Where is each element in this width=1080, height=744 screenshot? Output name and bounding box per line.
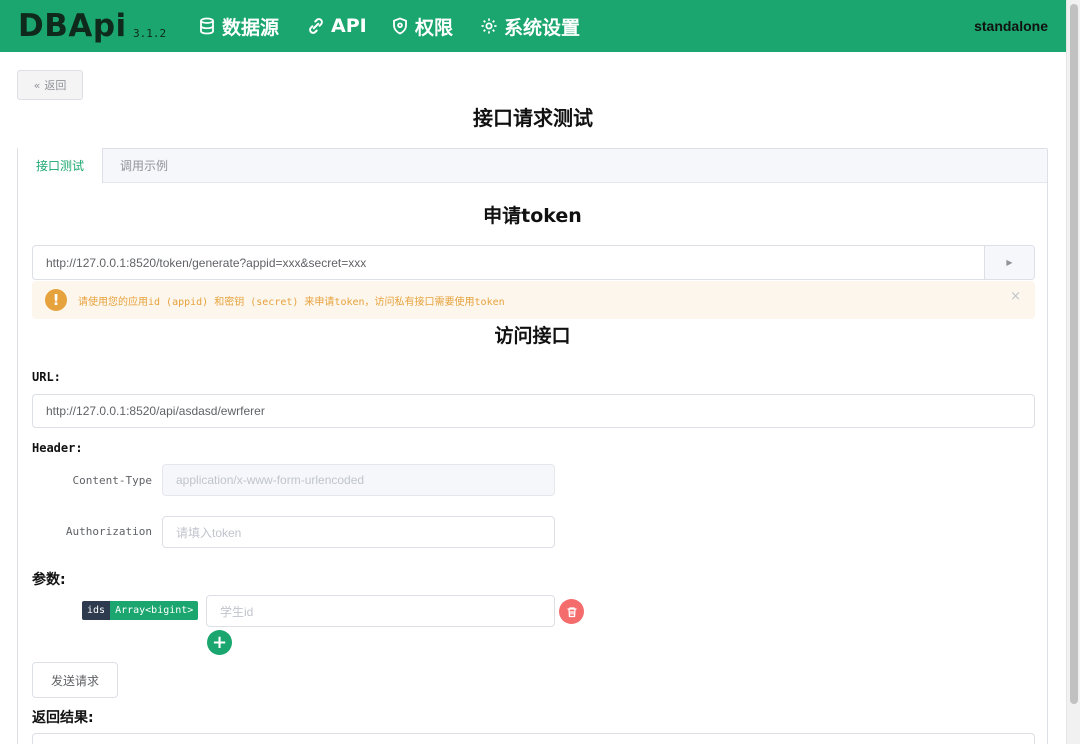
token-url-field: http://127.0.0.1:8520/token/generate?app… [32,245,1035,280]
nav-api[interactable]: API [307,13,367,39]
param-name: ids [82,601,111,620]
content-type-input: application/x-www-form-urlencoded [162,464,555,496]
database-icon [200,17,214,35]
nav-permission[interactable]: 权限 [391,13,453,39]
param-type: Array<bigint> [110,601,199,620]
param-value-input[interactable]: 学生id [206,595,555,627]
send-request-button[interactable]: 发送请求 [32,662,118,698]
nav-datasource-label: 数据源 [222,16,280,39]
nav-api-label: API [331,15,367,37]
top-navbar: DBApi 3.1.2 数据源 API 权限 系统设置 standalone [0,0,1066,52]
header-label: Header: [32,441,83,455]
user-name[interactable]: standalone [974,18,1048,34]
result-output [32,733,1035,744]
access-section-title: 访问接口 [494,325,571,347]
shield-icon [393,17,407,35]
api-icon [309,18,323,34]
app-version: 3.1.2 [133,27,167,40]
token-url-input[interactable]: http://127.0.0.1:8520/token/generate?app… [33,246,984,279]
api-url-input[interactable]: http://127.0.0.1:8520/api/asdasd/ewrfere… [32,394,1035,428]
nav-datasource[interactable]: 数据源 [198,13,279,39]
plus-icon: + [211,631,228,653]
api-test-card: 接口测试 调用示例 申请token http://127.0.0.1:8520/… [17,148,1048,744]
alert-close-icon[interactable]: × [1010,289,1021,304]
warning-icon: ! [45,289,67,311]
page-title: 接口请求测试 [473,106,593,130]
add-param-button[interactable]: + [207,630,232,655]
tab-api-test[interactable]: 接口测试 [17,148,103,183]
params-label: 参数: [32,572,66,588]
token-section-title: 申请token [483,205,582,227]
back-button-label: 返回 [44,79,67,92]
token-alert-text: 请使用您的应用id (appid) 和密钥 (secret) 来申请token，… [78,296,505,308]
page-scrollbar[interactable] [1066,0,1080,744]
nav-settings[interactable]: 系统设置 [480,13,580,39]
double-chevron-left-icon: « [33,78,41,92]
param-tag: ids Array<bigint> [82,601,199,620]
result-label: 返回结果: [32,710,94,726]
delete-param-button[interactable] [559,599,584,624]
app-logo[interactable]: DBApi [18,8,127,44]
token-alert: ! 请使用您的应用id (appid) 和密钥 (secret) 来申请toke… [32,281,1035,319]
tab-bar: 接口测试 调用示例 [17,148,1047,183]
scrollbar-thumb[interactable] [1070,4,1078,704]
tab-call-example[interactable]: 调用示例 [103,148,185,183]
trash-icon [567,606,576,617]
nav-settings-label: 系统设置 [504,16,581,39]
authorization-input[interactable]: 请填入token [162,516,555,548]
gear-icon [481,18,497,34]
nav-permission-label: 权限 [415,16,454,39]
back-button[interactable]: « 返回 [17,70,83,100]
authorization-label: Authorization [65,525,152,538]
url-label: URL: [32,370,61,384]
play-icon: ▶ [1006,258,1013,267]
token-request-button[interactable]: ▶ [984,246,1034,279]
content-type-label: Content-Type [72,474,152,487]
